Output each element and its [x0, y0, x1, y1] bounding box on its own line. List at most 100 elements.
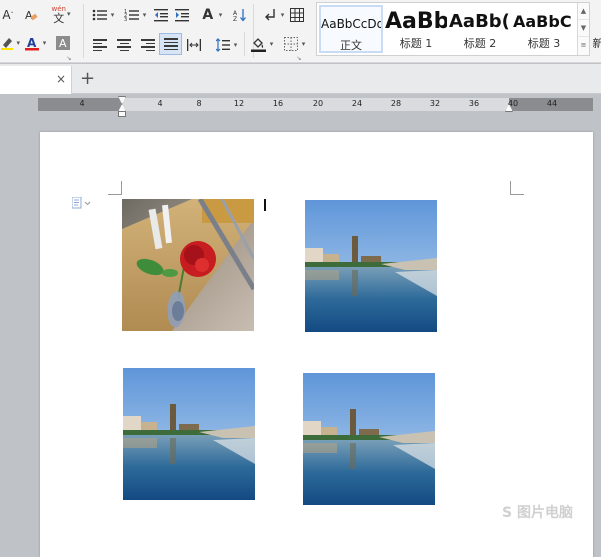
style-name: 标题 3: [527, 37, 561, 50]
rose-photo[interactable]: [122, 199, 254, 331]
text-effect-icon: A: [202, 7, 214, 23]
indent-icon: [172, 5, 192, 25]
outdent-icon: [151, 5, 171, 25]
align-center-button[interactable]: [114, 34, 134, 56]
font-size-grow-button[interactable]: Aˇ: [0, 4, 16, 26]
borders-button[interactable]: ▾: [279, 33, 307, 55]
watermark: S 图片电脑: [502, 505, 573, 521]
ruler-tick: 24: [351, 99, 363, 108]
paragraph-dialog-launcher[interactable]: ↘: [296, 54, 302, 62]
font-a-glyph: A: [2, 8, 11, 22]
chevron-down-icon: ▾: [301, 40, 306, 48]
styles-gallery: AaBbCcDd 正文 AaBb 标题 1 AaBb( 标题 2 AaBbC 标…: [316, 2, 590, 56]
ruler-tick: 4: [79, 99, 85, 108]
launcher-icon: ↘: [66, 54, 72, 62]
ruler-tick: 36: [468, 99, 480, 108]
return-arrow-icon: [260, 5, 280, 25]
phonetic-guide-button[interactable]: wén 文 ▾: [46, 3, 76, 25]
river-city-photo[interactable]: [123, 368, 255, 500]
character-shading-button[interactable]: A: [53, 32, 73, 54]
justify-button[interactable]: [159, 33, 182, 55]
decrease-indent-button[interactable]: [151, 4, 171, 26]
table-grid-icon: [287, 5, 307, 25]
increase-indent-button[interactable]: [172, 4, 192, 26]
align-center-icon: [117, 38, 131, 52]
chevron-down-icon: ▾: [110, 11, 115, 19]
align-right-button[interactable]: [138, 34, 158, 56]
bullet-list-button[interactable]: ▾: [87, 4, 117, 26]
svg-text:Z: Z: [233, 16, 237, 22]
styles-scroller: ▲ ▼ ≡: [577, 3, 589, 55]
ruler-tick: 12: [233, 99, 245, 108]
ruler-tick: 20: [312, 99, 324, 108]
style-name: 标题 2: [463, 37, 497, 50]
ruler-tick: 32: [429, 99, 441, 108]
bullet-list-icon: [90, 5, 110, 25]
style-sample: AaBb: [385, 9, 447, 34]
paragraph-mark-button[interactable]: ▾: [258, 4, 286, 26]
sort-button[interactable]: AZ: [229, 4, 251, 26]
paragraph-layout-icon[interactable]: [71, 196, 92, 212]
margin-corner-top-left: [108, 181, 122, 195]
text-effects-button[interactable]: A ▾: [196, 4, 224, 26]
table-button[interactable]: [286, 4, 308, 26]
align-left-button[interactable]: [90, 34, 110, 56]
gallery-expand-button[interactable]: ≡: [578, 37, 589, 54]
style-heading-3[interactable]: AaBbC 标题 3: [513, 5, 575, 53]
river-city-photo[interactable]: [305, 200, 437, 332]
river-city-photo[interactable]: [303, 373, 435, 505]
scroll-down-button[interactable]: ▼: [578, 20, 589, 37]
text-cursor: [264, 199, 266, 211]
chevron-down-icon: ▾: [42, 39, 47, 47]
numbered-list-button[interactable]: 123 ▾: [119, 4, 149, 26]
ribbon-toolbar: Aˇ A wén 文 ▾ ▾ 123 ▾ A ▾ AZ ▾ ▾ A ▾ A ↘ …: [0, 0, 601, 63]
document-tab[interactable]: ×: [0, 66, 72, 94]
svg-text:3: 3: [124, 17, 127, 22]
paragraph-shading-button[interactable]: ▾: [246, 33, 276, 55]
font-color-icon: A: [22, 33, 42, 53]
style-normal[interactable]: AaBbCcDd 正文: [319, 5, 383, 53]
scroll-up-button[interactable]: ▲: [578, 3, 589, 20]
chevron-down-icon: ▾: [218, 11, 223, 19]
new-tab-button[interactable]: +: [80, 68, 95, 89]
justify-icon: [163, 37, 178, 51]
line-spacing-icon: [213, 35, 233, 55]
shading-icon: A: [53, 33, 73, 53]
ruler-tick: 28: [390, 99, 402, 108]
distributed-icon: [184, 35, 204, 55]
font-dialog-launcher[interactable]: ↘: [66, 54, 72, 62]
phonetic-icon: wén 文: [52, 5, 66, 24]
style-sample: AaBbCcDd: [321, 17, 381, 31]
paint-bucket-icon: [249, 34, 269, 54]
launcher-icon: ↘: [296, 54, 302, 62]
distributed-align-button[interactable]: [184, 34, 204, 56]
ruler-tick: 44: [546, 99, 558, 108]
chevron-down-icon: ▾: [233, 41, 238, 49]
highlight-color-button[interactable]: ▾: [0, 32, 20, 54]
document-page[interactable]: S 图片电脑: [40, 132, 593, 557]
svg-text:A: A: [25, 9, 33, 22]
divider: [83, 4, 84, 58]
close-icon[interactable]: ×: [56, 72, 66, 86]
left-indent-marker[interactable]: [118, 111, 126, 117]
chevron-down-icon: ▾: [66, 10, 71, 18]
style-heading-1[interactable]: AaBb 标题 1: [385, 5, 447, 53]
ruler-tick: 16: [272, 99, 284, 108]
new-style-button[interactable]: 新: [592, 32, 601, 54]
style-sample: AaBbC: [513, 12, 572, 31]
font-color-button[interactable]: A ▾: [20, 32, 48, 54]
margin-corner-top-right: [510, 181, 524, 195]
chevron-down-icon: ▾: [280, 11, 285, 19]
clear-format-button[interactable]: A: [21, 4, 41, 26]
chevron-down-icon: ▾: [142, 11, 147, 19]
line-spacing-button[interactable]: ▾: [210, 34, 240, 56]
highlighter-icon: [0, 33, 15, 53]
style-heading-2[interactable]: AaBb( 标题 2: [449, 5, 511, 53]
svg-text:A: A: [27, 36, 37, 50]
svg-text:A: A: [59, 37, 67, 50]
chevron-down-icon: ▾: [269, 40, 274, 48]
divider: [244, 32, 245, 56]
ruler-tick: 8: [196, 99, 202, 108]
horizontal-ruler[interactable]: 4 4 8 12 16 20 24 28 32 36 40 44: [38, 96, 593, 117]
style-name: 标题 1: [399, 37, 433, 50]
